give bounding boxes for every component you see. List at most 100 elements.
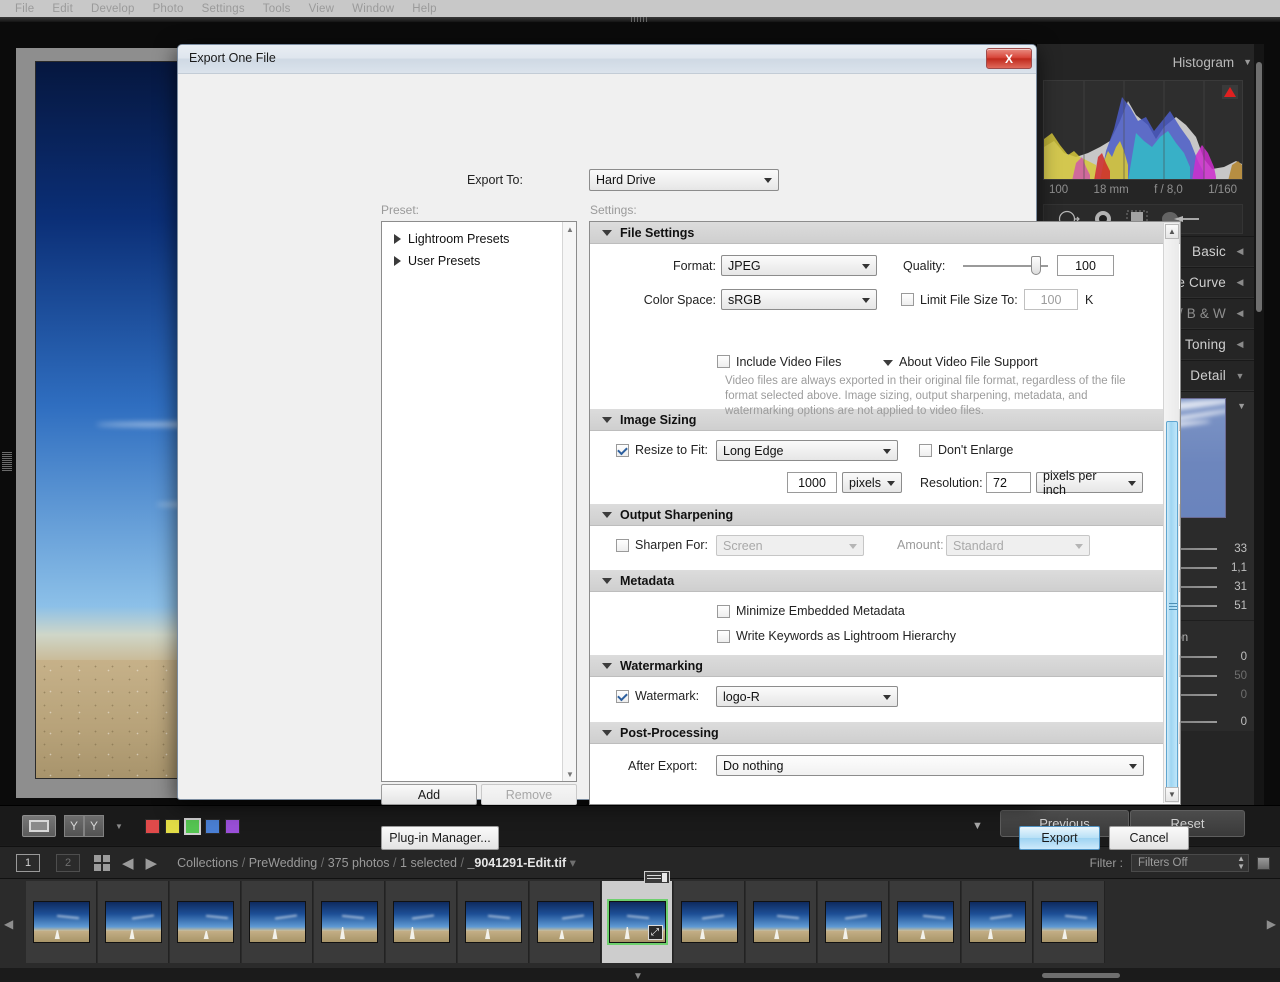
section-header-output-sharpening[interactable]: Output Sharpening [590,504,1180,526]
menu-item-tools[interactable]: Tools [254,3,300,15]
chevron-down-icon[interactable] [602,511,612,518]
section-header-file-settings[interactable]: File Settings [590,222,1180,244]
chevron-down-icon[interactable] [602,662,612,669]
filmstrip-cell[interactable] [818,881,889,963]
scrollbar-thumb[interactable] [1166,421,1178,793]
chevron-down-icon[interactable]: ▾ [570,856,576,870]
filmstrip-cell[interactable] [1034,881,1105,963]
chevron-right-icon[interactable] [394,234,401,244]
filmstrip-cell[interactable] [386,881,457,963]
filmstrip-thumbnail[interactable] [176,901,234,943]
page-indicator-2[interactable]: 2 [56,853,80,872]
chevron-down-icon[interactable] [883,360,893,366]
breadcrumb-filename[interactable]: _9041291-Edit.tif [467,856,566,870]
filmstrip-thumbnail[interactable] [968,901,1026,943]
flag-pick-icon[interactable]: Y [64,815,84,837]
color-label-yellow[interactable] [164,818,180,834]
menu-item-help[interactable]: Help [403,3,445,15]
add-preset-button[interactable]: Add [381,784,477,805]
filmstrip-thumbnail[interactable] [464,901,522,943]
panel-switch-icon[interactable]: ◀ [1233,339,1247,350]
filmstrip-cell[interactable] [242,881,313,963]
scroll-down-icon[interactable]: ▼ [563,767,577,781]
watermark-checkbox[interactable] [616,690,629,703]
page-indicator-1[interactable]: 1 [16,853,40,872]
filmstrip-thumbnail[interactable] [320,901,378,943]
filmstrip-thumbnail[interactable] [536,901,594,943]
filmstrip-thumbnail[interactable]: ⤢ [606,899,668,945]
filmstrip-thumbnail[interactable] [1040,901,1098,943]
filmstrip-thumbnail[interactable] [752,901,810,943]
chevron-down-icon[interactable] [602,729,612,736]
filmstrip-cell[interactable]: ⤢ [602,871,673,963]
filmstrip-cell[interactable] [170,881,241,963]
loupe-view-icon[interactable] [22,815,56,837]
dialog-title-bar[interactable]: Export One File X [178,45,1036,74]
plugin-manager-button[interactable]: Plug-in Manager... [381,826,499,850]
menu-item-window[interactable]: Window [343,3,403,15]
panel-switch-icon[interactable]: ▼ [1233,371,1247,381]
dont-enlarge-checkbox[interactable] [919,444,932,457]
quality-slider-handle[interactable] [1031,256,1041,275]
menu-item-settings[interactable]: Settings [193,3,254,15]
filmstrip-cell[interactable] [962,881,1033,963]
panel-switch-icon[interactable]: ◀ [1233,308,1247,319]
filter-toggle-icon[interactable] [1257,856,1270,870]
filmstrip-cell[interactable] [458,881,529,963]
chevron-right-icon[interactable] [394,256,401,266]
menu-item-file[interactable]: File [6,3,43,15]
filter-select[interactable]: Filters Off ▲ ▼ [1131,854,1249,872]
breadcrumb-source[interactable]: Collections [177,856,238,870]
filmstrip-next-icon[interactable]: ▶ [1267,917,1276,931]
chevron-down-icon[interactable]: ▼ [1243,57,1252,67]
scroll-up-icon[interactable]: ▲ [563,222,577,236]
breadcrumb[interactable]: Collections / PreWedding / 375 photos / … [177,855,576,870]
write-keywords-checkbox[interactable] [717,630,730,643]
filmstrip-thumbnail[interactable] [824,901,882,943]
preset-item-user-presets[interactable]: User Presets [382,250,576,272]
filmstrip-cell[interactable] [674,881,745,963]
after-export-select[interactable]: Do nothing [716,755,1144,776]
menu-item-photo[interactable]: Photo [144,3,193,15]
filmstrip-cell[interactable] [314,881,385,963]
filmstrip-cell-flag[interactable] [644,871,670,884]
chevron-down-icon[interactable] [602,577,612,584]
preset-item-lightroom-presets[interactable]: Lightroom Presets [382,228,576,250]
left-panel-handle[interactable] [2,452,12,472]
chevron-down-icon[interactable] [602,416,612,423]
preset-list[interactable]: Lightroom Presets User Presets ▲ ▼ [381,221,577,782]
histogram-header[interactable]: Histogram ▼ [1037,44,1264,80]
filmstrip-cell[interactable] [890,881,961,963]
panel-switch-icon[interactable]: ◀ [1233,277,1247,288]
limit-file-size-checkbox[interactable] [901,293,914,306]
export-to-select[interactable]: Hard Drive [589,169,779,191]
scroll-down-icon[interactable]: ▼ [1165,787,1179,802]
close-icon[interactable]: X [986,48,1032,69]
color-space-select[interactable]: sRGB [721,289,877,310]
filmstrip-cell[interactable] [746,881,817,963]
chevron-down-icon[interactable]: ▼ [115,822,123,831]
filmstrip-cell[interactable] [98,881,169,963]
filmstrip-cell[interactable] [26,881,97,963]
export-dialog[interactable]: Export One File X Export To: Hard Drive … [177,44,1189,850]
spinner-icon[interactable]: ▲ ▼ [1237,855,1245,871]
detail-preview-toggle-icon[interactable]: ▼ [1237,401,1246,411]
clipping-warning-icon[interactable] [1222,85,1238,99]
grid-view-icon[interactable] [94,854,110,871]
panel-switch-icon[interactable]: ◀ [1233,246,1247,257]
resolution-value-input[interactable]: 72 [986,472,1031,493]
filmstrip-thumbnail[interactable] [392,901,450,943]
filmstrip-cell[interactable] [530,881,601,963]
filmstrip-scrollbar[interactable] [1042,973,1120,978]
about-video-label[interactable]: About Video File Support [899,355,1038,369]
quality-value[interactable]: 100 [1057,255,1114,276]
sharpen-for-checkbox[interactable] [616,539,629,552]
filmstrip-prev-icon[interactable]: ◀ [4,917,13,931]
color-label-blue[interactable] [204,818,220,834]
filmstrip-thumbnail[interactable] [104,901,162,943]
preset-list-scrollbar[interactable]: ▲ ▼ [562,222,576,781]
arrow-right-icon[interactable]: ▶ [146,854,158,872]
include-video-checkbox[interactable] [717,355,730,368]
size-value-input[interactable]: 1000 [787,472,837,493]
scroll-up-icon[interactable]: ▲ [1165,224,1179,239]
